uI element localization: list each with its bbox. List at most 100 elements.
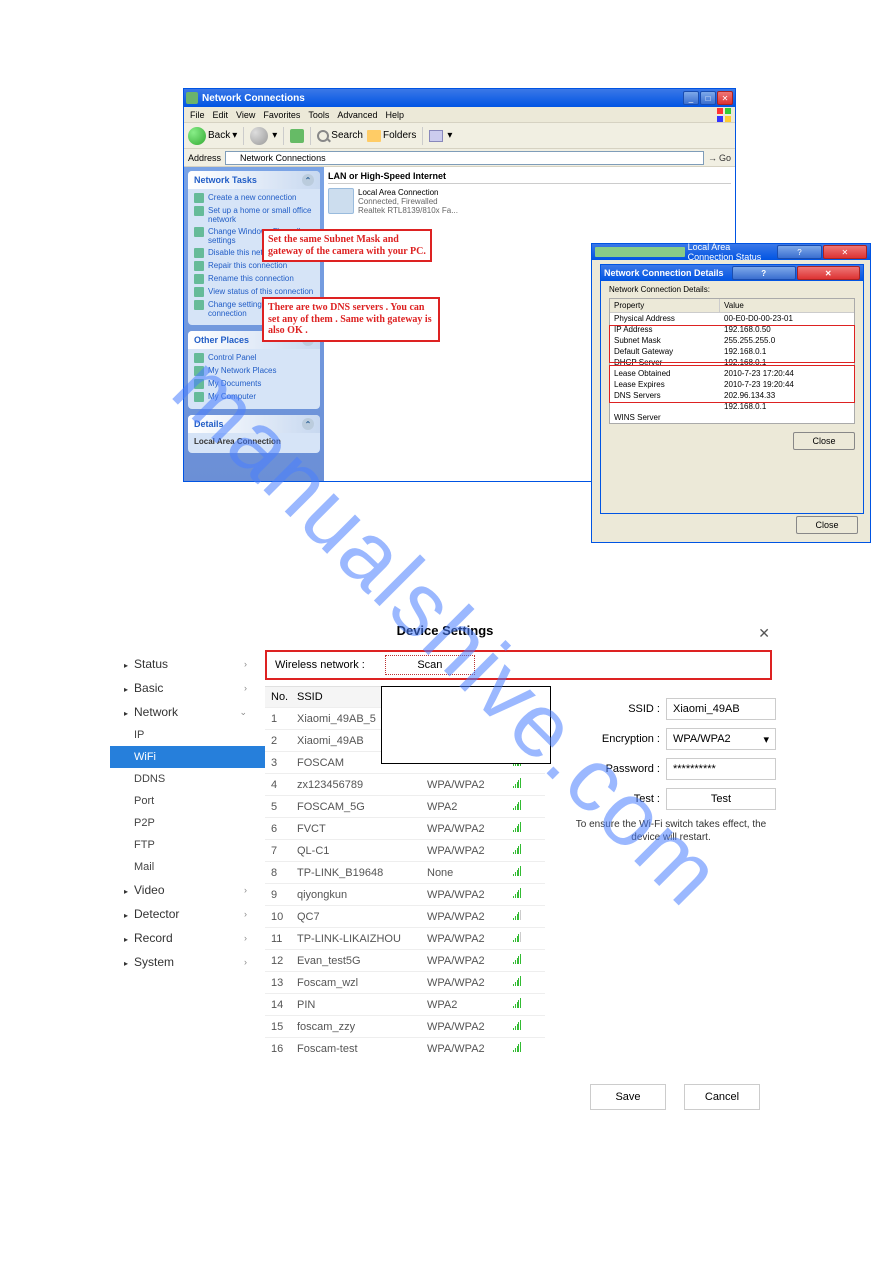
password-field[interactable]: ********** bbox=[666, 758, 776, 780]
detail-row: Default Gateway192.168.0.1 bbox=[610, 346, 854, 357]
close-button[interactable]: ✕ bbox=[823, 245, 867, 259]
task-icon bbox=[194, 300, 204, 310]
minimize-button[interactable]: _ bbox=[683, 91, 699, 105]
selection-box bbox=[381, 686, 551, 764]
menu-edit[interactable]: Edit bbox=[213, 110, 229, 120]
encryption-select[interactable]: WPA/WPA2▾ bbox=[666, 728, 776, 750]
wifi-form: SSID :Xiaomi_49AB Encryption :WPA/WPA2▾ … bbox=[566, 698, 776, 844]
task-link[interactable]: View status of this connection bbox=[194, 287, 314, 297]
detail-row: Lease Expires2010-7-23 19:20:44 bbox=[610, 379, 854, 390]
detail-row: WINS Server bbox=[610, 412, 854, 423]
wifi-row[interactable]: 8TP-LINK_B19648None bbox=[265, 861, 545, 883]
save-button[interactable]: Save bbox=[590, 1084, 666, 1110]
address-field[interactable]: Network Connections bbox=[225, 151, 704, 165]
sidebar-sub-port[interactable]: Port bbox=[110, 790, 265, 812]
sidebar-item-status[interactable]: ▸Status› bbox=[110, 652, 265, 676]
task-link[interactable]: Rename this connection bbox=[194, 274, 314, 284]
close-icon[interactable]: ✕ bbox=[758, 625, 770, 642]
wifi-row[interactable]: 14PINWPA2 bbox=[265, 993, 545, 1015]
menu-help[interactable]: Help bbox=[385, 110, 404, 120]
up-icon[interactable] bbox=[290, 129, 304, 143]
search-button[interactable]: Search bbox=[317, 130, 363, 142]
status-titlebar[interactable]: Local Area Connection Status ?✕ bbox=[592, 244, 870, 260]
place-link[interactable]: My Documents bbox=[194, 379, 314, 389]
close-button[interactable]: ✕ bbox=[717, 91, 733, 105]
menu-advanced[interactable]: Advanced bbox=[337, 110, 377, 120]
sidebar-item-network[interactable]: ▸Network⌄ bbox=[110, 700, 265, 724]
task-icon bbox=[194, 261, 204, 271]
wifi-row[interactable]: 15foscam_zzyWPA/WPA2 bbox=[265, 1015, 545, 1037]
wifi-row[interactable]: 11TP-LINK-LIKAIZHOUWPA/WPA2 bbox=[265, 927, 545, 949]
encryption-label: Encryption : bbox=[590, 733, 660, 745]
sidebar-sub-mail[interactable]: Mail bbox=[110, 856, 265, 878]
collapse-icon[interactable]: ⌃ bbox=[302, 418, 314, 430]
sidebar-item-system[interactable]: ▸System› bbox=[110, 950, 265, 974]
task-icon bbox=[194, 193, 204, 203]
wifi-row[interactable]: 12Evan_test5GWPA/WPA2 bbox=[265, 949, 545, 971]
views-button[interactable] bbox=[429, 130, 443, 142]
back-button[interactable]: Back ▾ bbox=[188, 127, 237, 145]
wifi-row[interactable]: 16Foscam-testWPA/WPA2 bbox=[265, 1037, 545, 1059]
details-label: Network Connection Details: bbox=[601, 281, 863, 298]
close-button[interactable]: ✕ bbox=[797, 266, 861, 280]
signal-icon bbox=[507, 934, 527, 944]
sidebar-item-basic[interactable]: ▸Basic› bbox=[110, 676, 265, 700]
status-close-button[interactable]: Close bbox=[796, 516, 858, 534]
signal-icon bbox=[507, 780, 527, 790]
signal-icon bbox=[507, 802, 527, 812]
sidebar-item-detector[interactable]: ▸Detector› bbox=[110, 902, 265, 926]
ssid-field[interactable]: Xiaomi_49AB bbox=[666, 698, 776, 720]
annotation-subnet: Set the same Subnet Mask and gateway of … bbox=[262, 229, 432, 262]
help-button[interactable]: ? bbox=[777, 245, 821, 259]
place-link[interactable]: Control Panel bbox=[194, 353, 314, 363]
sidebar-sub-wifi[interactable]: WiFi bbox=[110, 746, 265, 768]
wifi-row[interactable]: 4zx123456789WPA/WPA2 bbox=[265, 773, 545, 795]
device-settings-window: Device Settings ✕ ▸Status› ▸Basic› ▸Netw… bbox=[110, 615, 780, 1135]
task-icon bbox=[194, 206, 204, 216]
wifi-row[interactable]: 6FVCTWPA/WPA2 bbox=[265, 817, 545, 839]
forward-button[interactable] bbox=[250, 127, 268, 145]
help-button[interactable]: ? bbox=[732, 266, 796, 280]
details-titlebar[interactable]: Network Connection Details ?✕ bbox=[601, 265, 863, 281]
place-icon bbox=[194, 353, 204, 363]
menu-tools[interactable]: Tools bbox=[308, 110, 329, 120]
status-title: Local Area Connection Status bbox=[688, 242, 778, 262]
signal-icon bbox=[507, 824, 527, 834]
folders-button[interactable]: Folders bbox=[367, 130, 416, 142]
place-link[interactable]: My Computer bbox=[194, 392, 314, 402]
signal-icon bbox=[507, 846, 527, 856]
maximize-button[interactable]: □ bbox=[700, 91, 716, 105]
connection-item[interactable]: Local Area Connection Connected, Firewal… bbox=[328, 188, 731, 215]
sidebar-sub-ftp[interactable]: FTP bbox=[110, 834, 265, 856]
menu-file[interactable]: File bbox=[190, 110, 205, 120]
sidebar-sub-ip[interactable]: IP bbox=[110, 724, 265, 746]
place-icon bbox=[194, 392, 204, 402]
place-icon bbox=[194, 366, 204, 376]
collapse-icon[interactable]: ⌃ bbox=[302, 174, 314, 186]
menu-view[interactable]: View bbox=[236, 110, 255, 120]
task-link[interactable]: Repair this connection bbox=[194, 261, 314, 271]
task-link[interactable]: Create a new connection bbox=[194, 193, 314, 203]
network-tasks-title: Network Tasks bbox=[194, 175, 257, 185]
scan-button[interactable]: Scan bbox=[385, 655, 475, 675]
col-value: Value bbox=[720, 299, 854, 312]
wifi-row[interactable]: 9qiyongkunWPA/WPA2 bbox=[265, 883, 545, 905]
menu-favorites[interactable]: Favorites bbox=[263, 110, 300, 120]
go-button[interactable]: → Go bbox=[708, 153, 731, 163]
details-title: Network Connection Details bbox=[604, 268, 732, 278]
task-link[interactable]: Set up a home or small office network bbox=[194, 206, 314, 224]
wifi-row[interactable]: 13Foscam_wzlWPA/WPA2 bbox=[265, 971, 545, 993]
place-link[interactable]: My Network Places bbox=[194, 366, 314, 376]
sidebar-item-record[interactable]: ▸Record› bbox=[110, 926, 265, 950]
wifi-row[interactable]: 7QL-C1WPA/WPA2 bbox=[265, 839, 545, 861]
task-icon bbox=[194, 274, 204, 284]
sidebar-sub-ddns[interactable]: DDNS bbox=[110, 768, 265, 790]
wifi-row[interactable]: 5FOSCAM_5GWPA2 bbox=[265, 795, 545, 817]
sidebar-sub-p2p[interactable]: P2P bbox=[110, 812, 265, 834]
test-button[interactable]: Test bbox=[666, 788, 776, 810]
sidebar-item-video[interactable]: ▸Video› bbox=[110, 878, 265, 902]
wifi-row[interactable]: 10QC7WPA/WPA2 bbox=[265, 905, 545, 927]
cancel-button[interactable]: Cancel bbox=[684, 1084, 760, 1110]
details-close-button[interactable]: Close bbox=[793, 432, 855, 450]
titlebar[interactable]: Network Connections _ □ ✕ bbox=[184, 89, 735, 107]
